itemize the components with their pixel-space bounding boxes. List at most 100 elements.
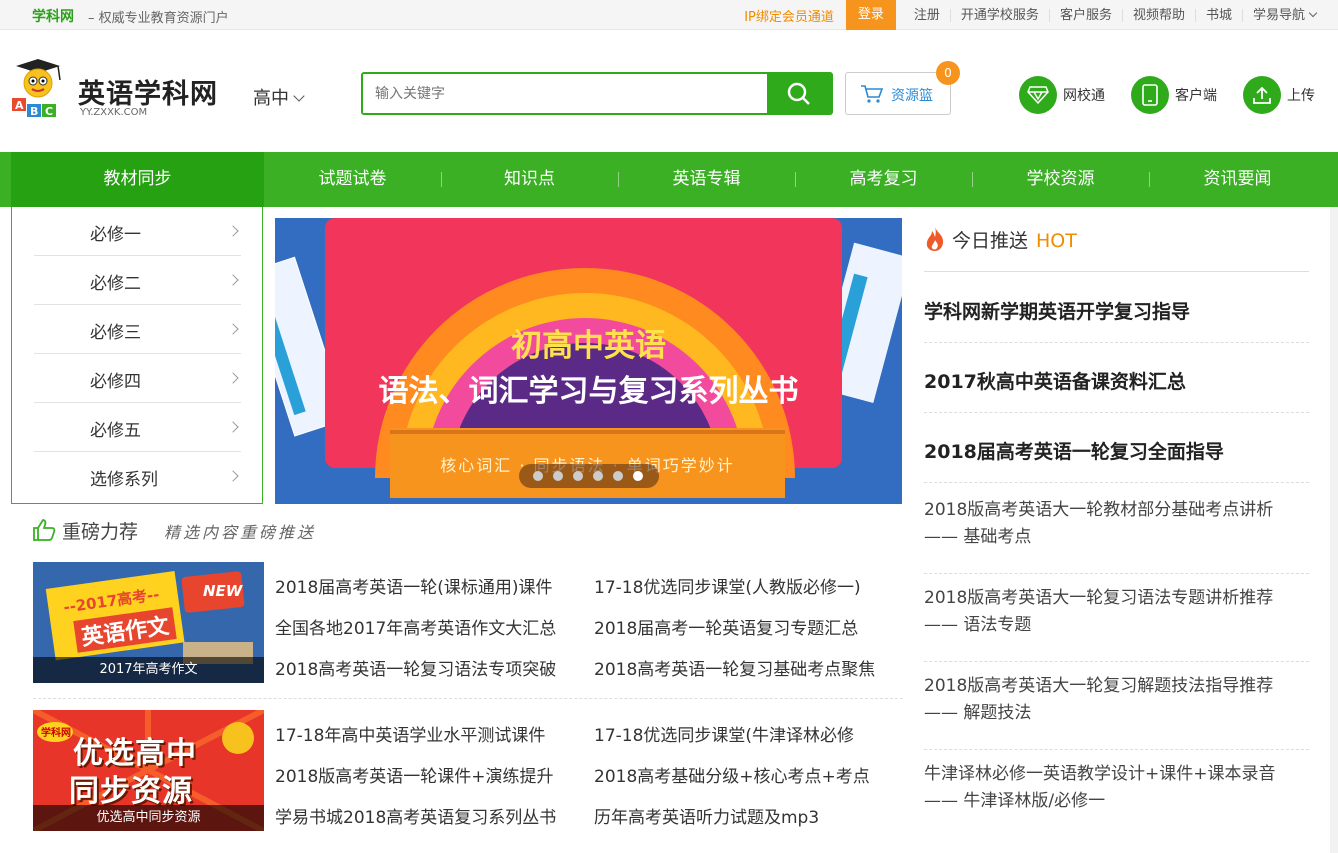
customer-service-link[interactable]: 客户服务: [1048, 8, 1122, 22]
school-service-link[interactable]: 开通学校服务: [949, 8, 1049, 22]
hot-title: 今日推送: [952, 230, 1029, 252]
main-nav: 教材同步 试题试卷 知识点 英语专辑 高考复习 学校资源 资讯要闻: [0, 152, 1338, 207]
nav-tab-knowledge[interactable]: 知识点: [441, 152, 618, 207]
sidebar-item-compulsory-4[interactable]: 必修四: [34, 354, 241, 403]
hot-headline-link[interactable]: 学科网新学期英语开学复习指导: [924, 273, 1309, 343]
banner-title-1: 初高中英语: [511, 328, 666, 364]
divider: [924, 271, 1309, 272]
logo-title: 英语学科网: [78, 79, 218, 110]
client-button[interactable]: 客户端: [1131, 75, 1217, 115]
thumb-caption: 优选高中同步资源: [33, 805, 264, 831]
recommend-link[interactable]: 2018届高考一轮英语复习专题汇总: [594, 614, 858, 639]
nav-tab-english-album[interactable]: 英语专辑: [618, 152, 795, 207]
ip-member-link[interactable]: IP绑定会员通道: [744, 6, 834, 25]
hot-news-tag: —— 解题技法: [924, 703, 1032, 723]
divider: [33, 698, 903, 699]
chevron-right-icon: [227, 323, 239, 335]
sidebar-item-compulsory-1[interactable]: 必修一: [34, 207, 241, 256]
chevron-down-icon: [293, 90, 305, 102]
bookstore-link[interactable]: 书城: [1194, 8, 1242, 22]
site-nav-label: 学易导航: [1252, 7, 1305, 23]
site-nav-link[interactable]: 学易导航: [1241, 7, 1338, 23]
sidebar-item-label: 必修二: [90, 274, 141, 294]
hot-news-item[interactable]: 2018版高考英语大一轮复习语法专题讲析推荐 —— 语法专题: [924, 574, 1309, 662]
banner-title-2: 语法、词汇学习与复习系列丛书: [378, 374, 799, 409]
nav-tab-news[interactable]: 资讯要闻: [1149, 152, 1326, 207]
recommend-link[interactable]: 17-18年高中英语学业水平测试课件: [275, 721, 545, 746]
recommend-link[interactable]: 2018届高考英语一轮(课标通用)课件: [275, 573, 553, 598]
upload-button[interactable]: 上传: [1243, 75, 1315, 115]
carousel-dot[interactable]: [573, 471, 583, 481]
recommend-link[interactable]: 全国各地2017年高考英语作文大汇总: [275, 614, 556, 639]
thumb-caption: 2017年高考作文: [33, 657, 264, 683]
hot-news-title: 牛津译林必修一英语教学设计+课件+课本录音: [924, 764, 1276, 784]
recommend-link[interactable]: 17-18优选同步课堂(牛津译林必修: [594, 721, 854, 746]
carousel-dot[interactable]: [593, 471, 603, 481]
sync-art-brand: 学科网: [41, 728, 71, 739]
recommend-thumb-sync[interactable]: 学科网 优选高中 同步资源 优选高中同步资源: [33, 710, 264, 831]
recommend-link[interactable]: 历年高考英语听力试题及mp3: [594, 803, 819, 828]
recommend-thumb-essay[interactable]: --2017高考-- 英语作文 NEW 2017年高考作文: [33, 562, 264, 683]
brand-link[interactable]: 学科网: [32, 6, 74, 26]
recommend-link[interactable]: 2018高考英语一轮复习基础考点聚焦: [594, 655, 875, 680]
carousel-dot[interactable]: [533, 471, 543, 481]
sidebar-item-compulsory-2[interactable]: 必修二: [34, 256, 241, 305]
flame-icon: [926, 227, 944, 251]
sync-art-main-2: 同步资源: [69, 774, 193, 809]
recommend-link[interactable]: 2018高考基础分级+核心考点+考点: [594, 762, 870, 787]
hot-news-title: 2018版高考英语大一轮复习语法专题讲析推荐: [924, 588, 1274, 608]
hot-news-title: 2018版高考英语大一轮教材部分基础考点讲析: [924, 500, 1274, 520]
hot-news-item[interactable]: 牛津译林必修一英语教学设计+课件+课本录音 —— 牛津译林版/必修一: [924, 750, 1309, 838]
grade-selector[interactable]: 高中: [253, 84, 305, 110]
recommend-link[interactable]: 2018高考英语一轮复习语法专项突破: [275, 655, 556, 680]
site-slogan: – 权威专业教育资源门户: [88, 11, 229, 26]
hot-news-item[interactable]: 2018版高考英语大一轮教材部分基础考点讲析 —— 基础考点: [924, 486, 1309, 574]
search-input[interactable]: [363, 74, 768, 113]
chevron-right-icon: [227, 372, 239, 384]
nav-tab-gaokao-review[interactable]: 高考复习: [795, 152, 972, 207]
hot-news-title: 2018版高考英语大一轮复习解题技法指导推荐: [924, 676, 1274, 696]
top-links: IP绑定会员通道 登录 注册 开通学校服务 客户服务 视频帮助 书城 学易导航: [744, 0, 1338, 30]
login-button[interactable]: 登录: [845, 0, 896, 30]
hot-headline-link[interactable]: 2018届高考英语一轮复习全面指导: [924, 413, 1309, 483]
hot-news-tag: —— 基础考点: [924, 527, 1032, 547]
sidebar-item-electives[interactable]: 选修系列: [34, 452, 241, 501]
svg-text:C: C: [45, 105, 53, 118]
site-logo[interactable]: A B C 英语学科网 YY.ZXXK.COM: [8, 56, 228, 122]
carousel-dot[interactable]: [613, 471, 623, 481]
logo-url: YY.ZXXK.COM: [80, 107, 148, 118]
essay-art-new: NEW: [203, 582, 243, 600]
chevron-right-icon: [227, 274, 239, 286]
chevron-down-icon: [1308, 8, 1318, 17]
hot-headline-link[interactable]: 2017秋高中英语备课资料汇总: [924, 343, 1309, 413]
video-help-link[interactable]: 视频帮助: [1121, 8, 1195, 22]
school-net-button[interactable]: 网校通: [1019, 75, 1105, 115]
recommend-link[interactable]: 2018版高考英语一轮课件+演练提升: [275, 762, 554, 787]
school-net-label: 网校通: [1063, 88, 1105, 104]
sidebar-item-label: 必修三: [90, 323, 141, 343]
resource-basket-button[interactable]: 资源篮 0: [845, 61, 960, 115]
nav-tab-school-resources[interactable]: 学校资源: [972, 152, 1149, 207]
thumbs-up-icon: [33, 519, 56, 541]
search-icon: [787, 82, 810, 105]
recommend-link[interactable]: 17-18优选同步课堂(人教版必修一): [594, 573, 861, 598]
recommend-title: 重磅力荐: [62, 521, 139, 543]
hot-news-item[interactable]: 2018版高考英语大一轮复习解题技法指导推荐 —— 解题技法: [924, 662, 1309, 750]
search-box: [361, 72, 833, 115]
chevron-right-icon: [227, 470, 239, 482]
nav-tab-textbook[interactable]: 教材同步: [11, 152, 264, 207]
hero-banner[interactable]: 初高中英语 语法、词汇学习与复习系列丛书 核心词汇 · 同步语法 · 单词巧学妙…: [275, 218, 902, 504]
sidebar-item-compulsory-3[interactable]: 必修三: [34, 305, 241, 354]
nav-tab-exams[interactable]: 试题试卷: [264, 152, 441, 207]
sidebar-item-compulsory-5[interactable]: 必修五: [34, 403, 241, 452]
recommend-link[interactable]: 学易书城2018高考英语复习系列丛书: [275, 803, 556, 828]
hot-tag: HOT: [1036, 230, 1077, 252]
diamond-icon: [1019, 76, 1057, 114]
upload-icon: [1243, 76, 1281, 114]
recommend-header: 重磅力荐 精选内容重磅推送: [32, 517, 316, 544]
search-button[interactable]: [767, 74, 831, 113]
carousel-dot[interactable]: [553, 471, 563, 481]
carousel-dot-active[interactable]: [633, 471, 643, 481]
register-link[interactable]: 注册: [904, 9, 950, 22]
sidebar-item-label: 必修四: [90, 372, 141, 392]
